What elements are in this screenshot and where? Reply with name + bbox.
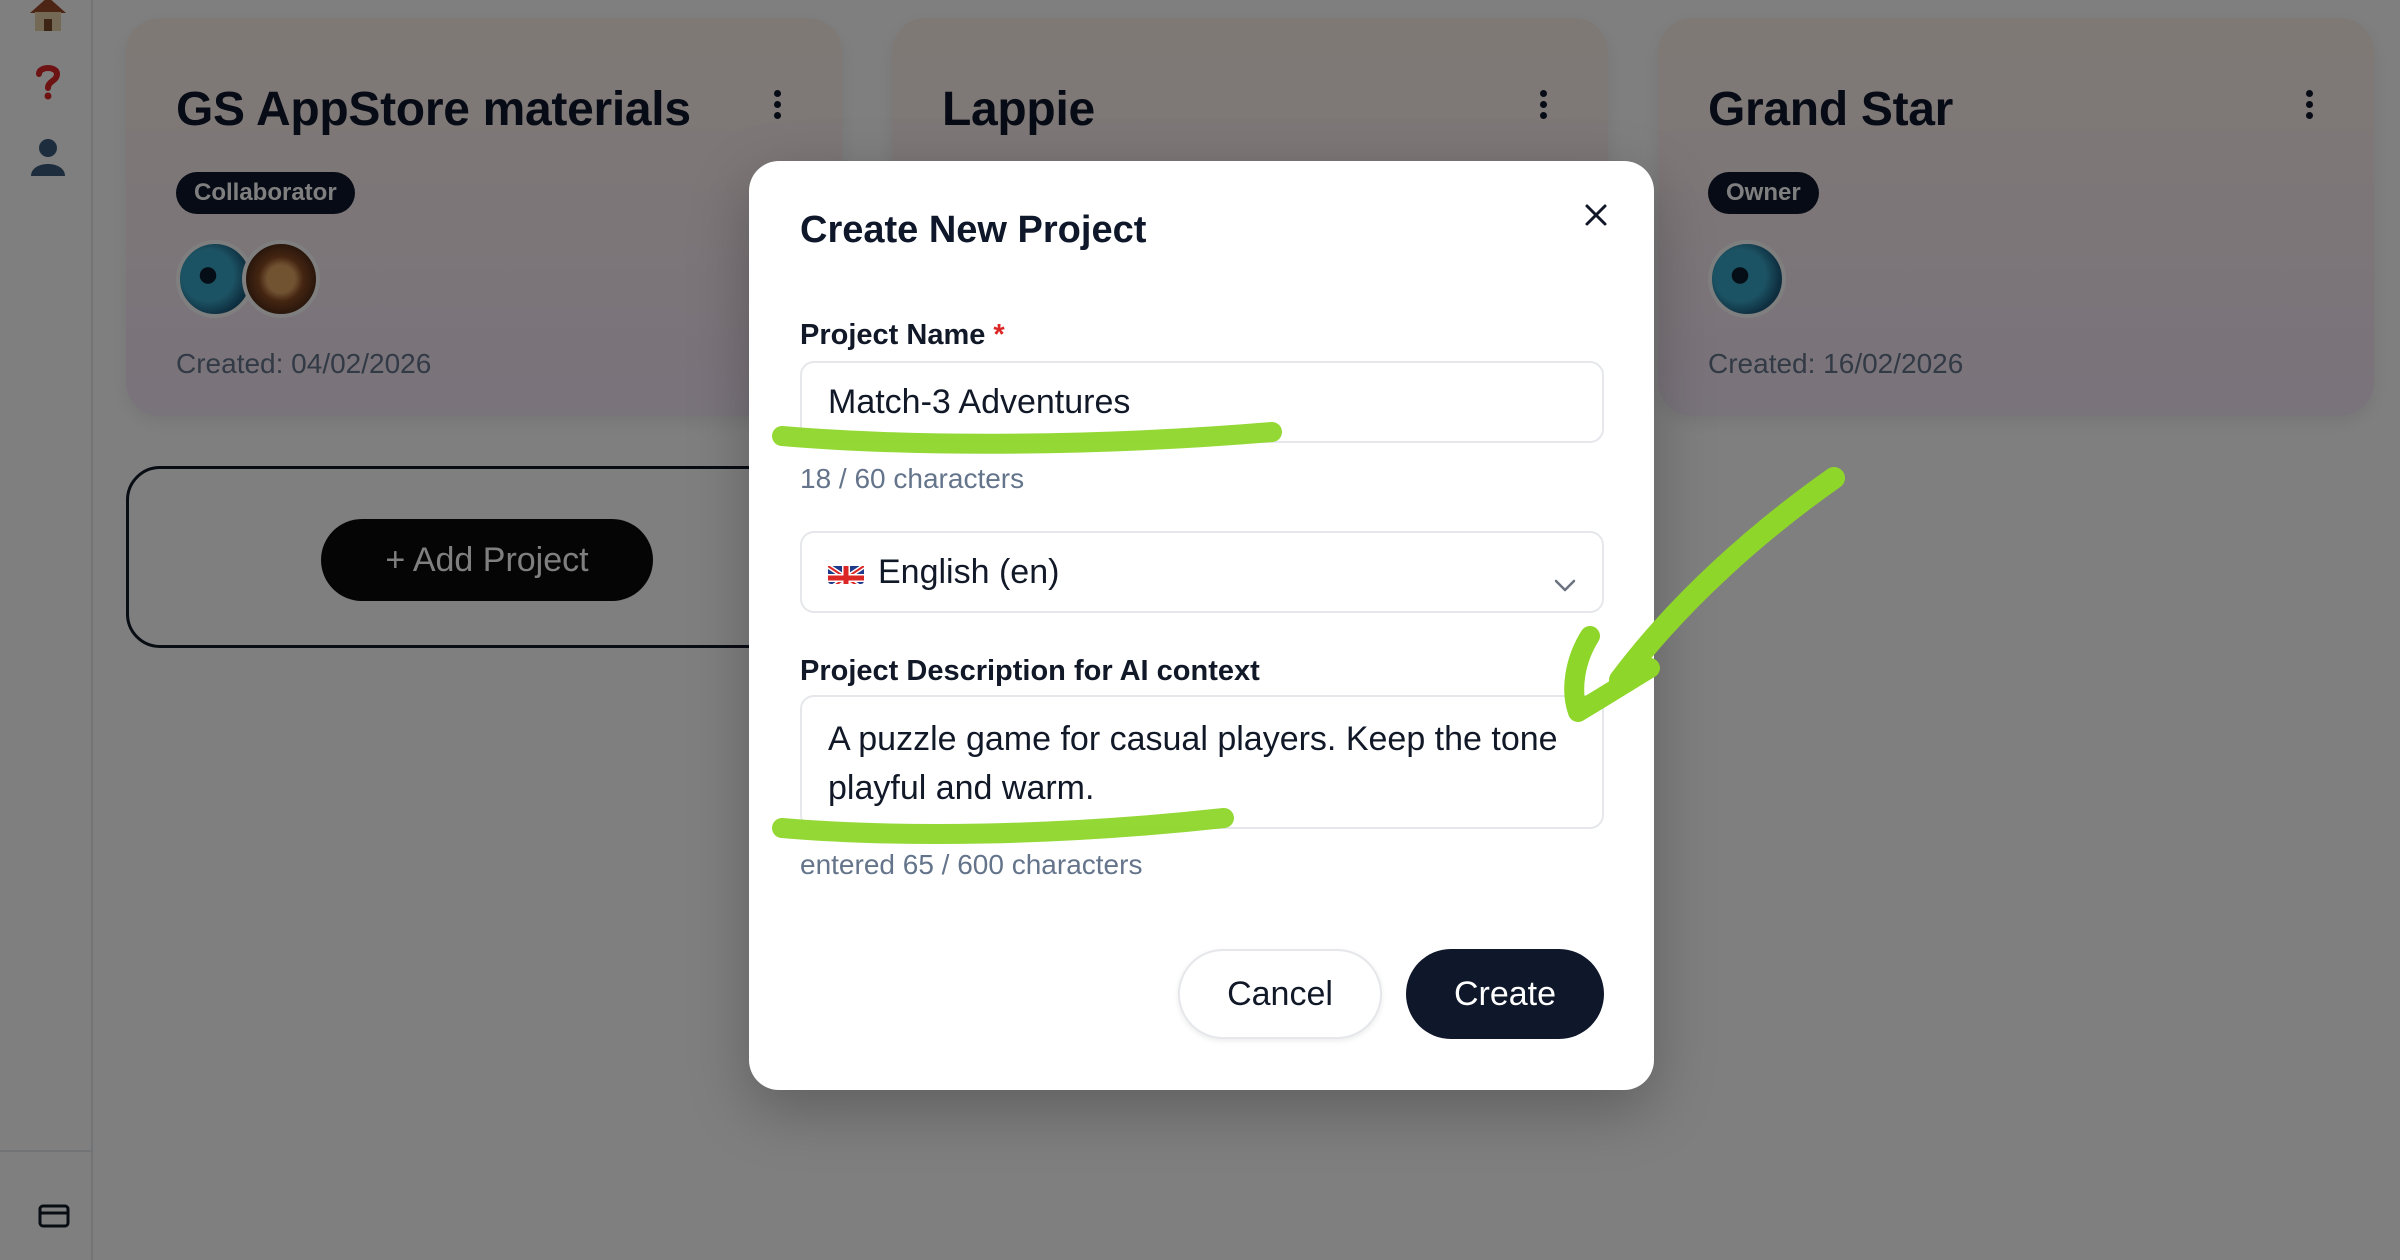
description-textarea[interactable]: A puzzle game for casual players. Keep t… bbox=[800, 695, 1604, 829]
name-char-counter: 18 / 60 characters bbox=[800, 463, 1025, 494]
cancel-button[interactable]: Cancel bbox=[1178, 949, 1382, 1039]
description-char-counter: entered 65 / 600 characters bbox=[800, 849, 1143, 880]
dialog-title: Create New Project bbox=[800, 209, 1147, 251]
project-name-label: Project Name * bbox=[800, 319, 1005, 352]
create-button[interactable]: Create bbox=[1406, 949, 1604, 1039]
language-select[interactable]: English (en) bbox=[800, 531, 1604, 613]
create-project-dialog: Create New Project Project Name * Match-… bbox=[749, 161, 1654, 1090]
description-label: Project Description for AI context bbox=[800, 655, 1260, 687]
uk-flag-icon bbox=[828, 560, 864, 584]
required-marker: * bbox=[993, 319, 1005, 351]
project-name-input[interactable]: Match-3 Adventures bbox=[800, 361, 1604, 443]
chevron-down-icon bbox=[1554, 563, 1576, 602]
close-icon[interactable] bbox=[1574, 193, 1618, 237]
language-value: English (en) bbox=[878, 552, 1060, 591]
project-name-label-text: Project Name bbox=[800, 319, 986, 351]
